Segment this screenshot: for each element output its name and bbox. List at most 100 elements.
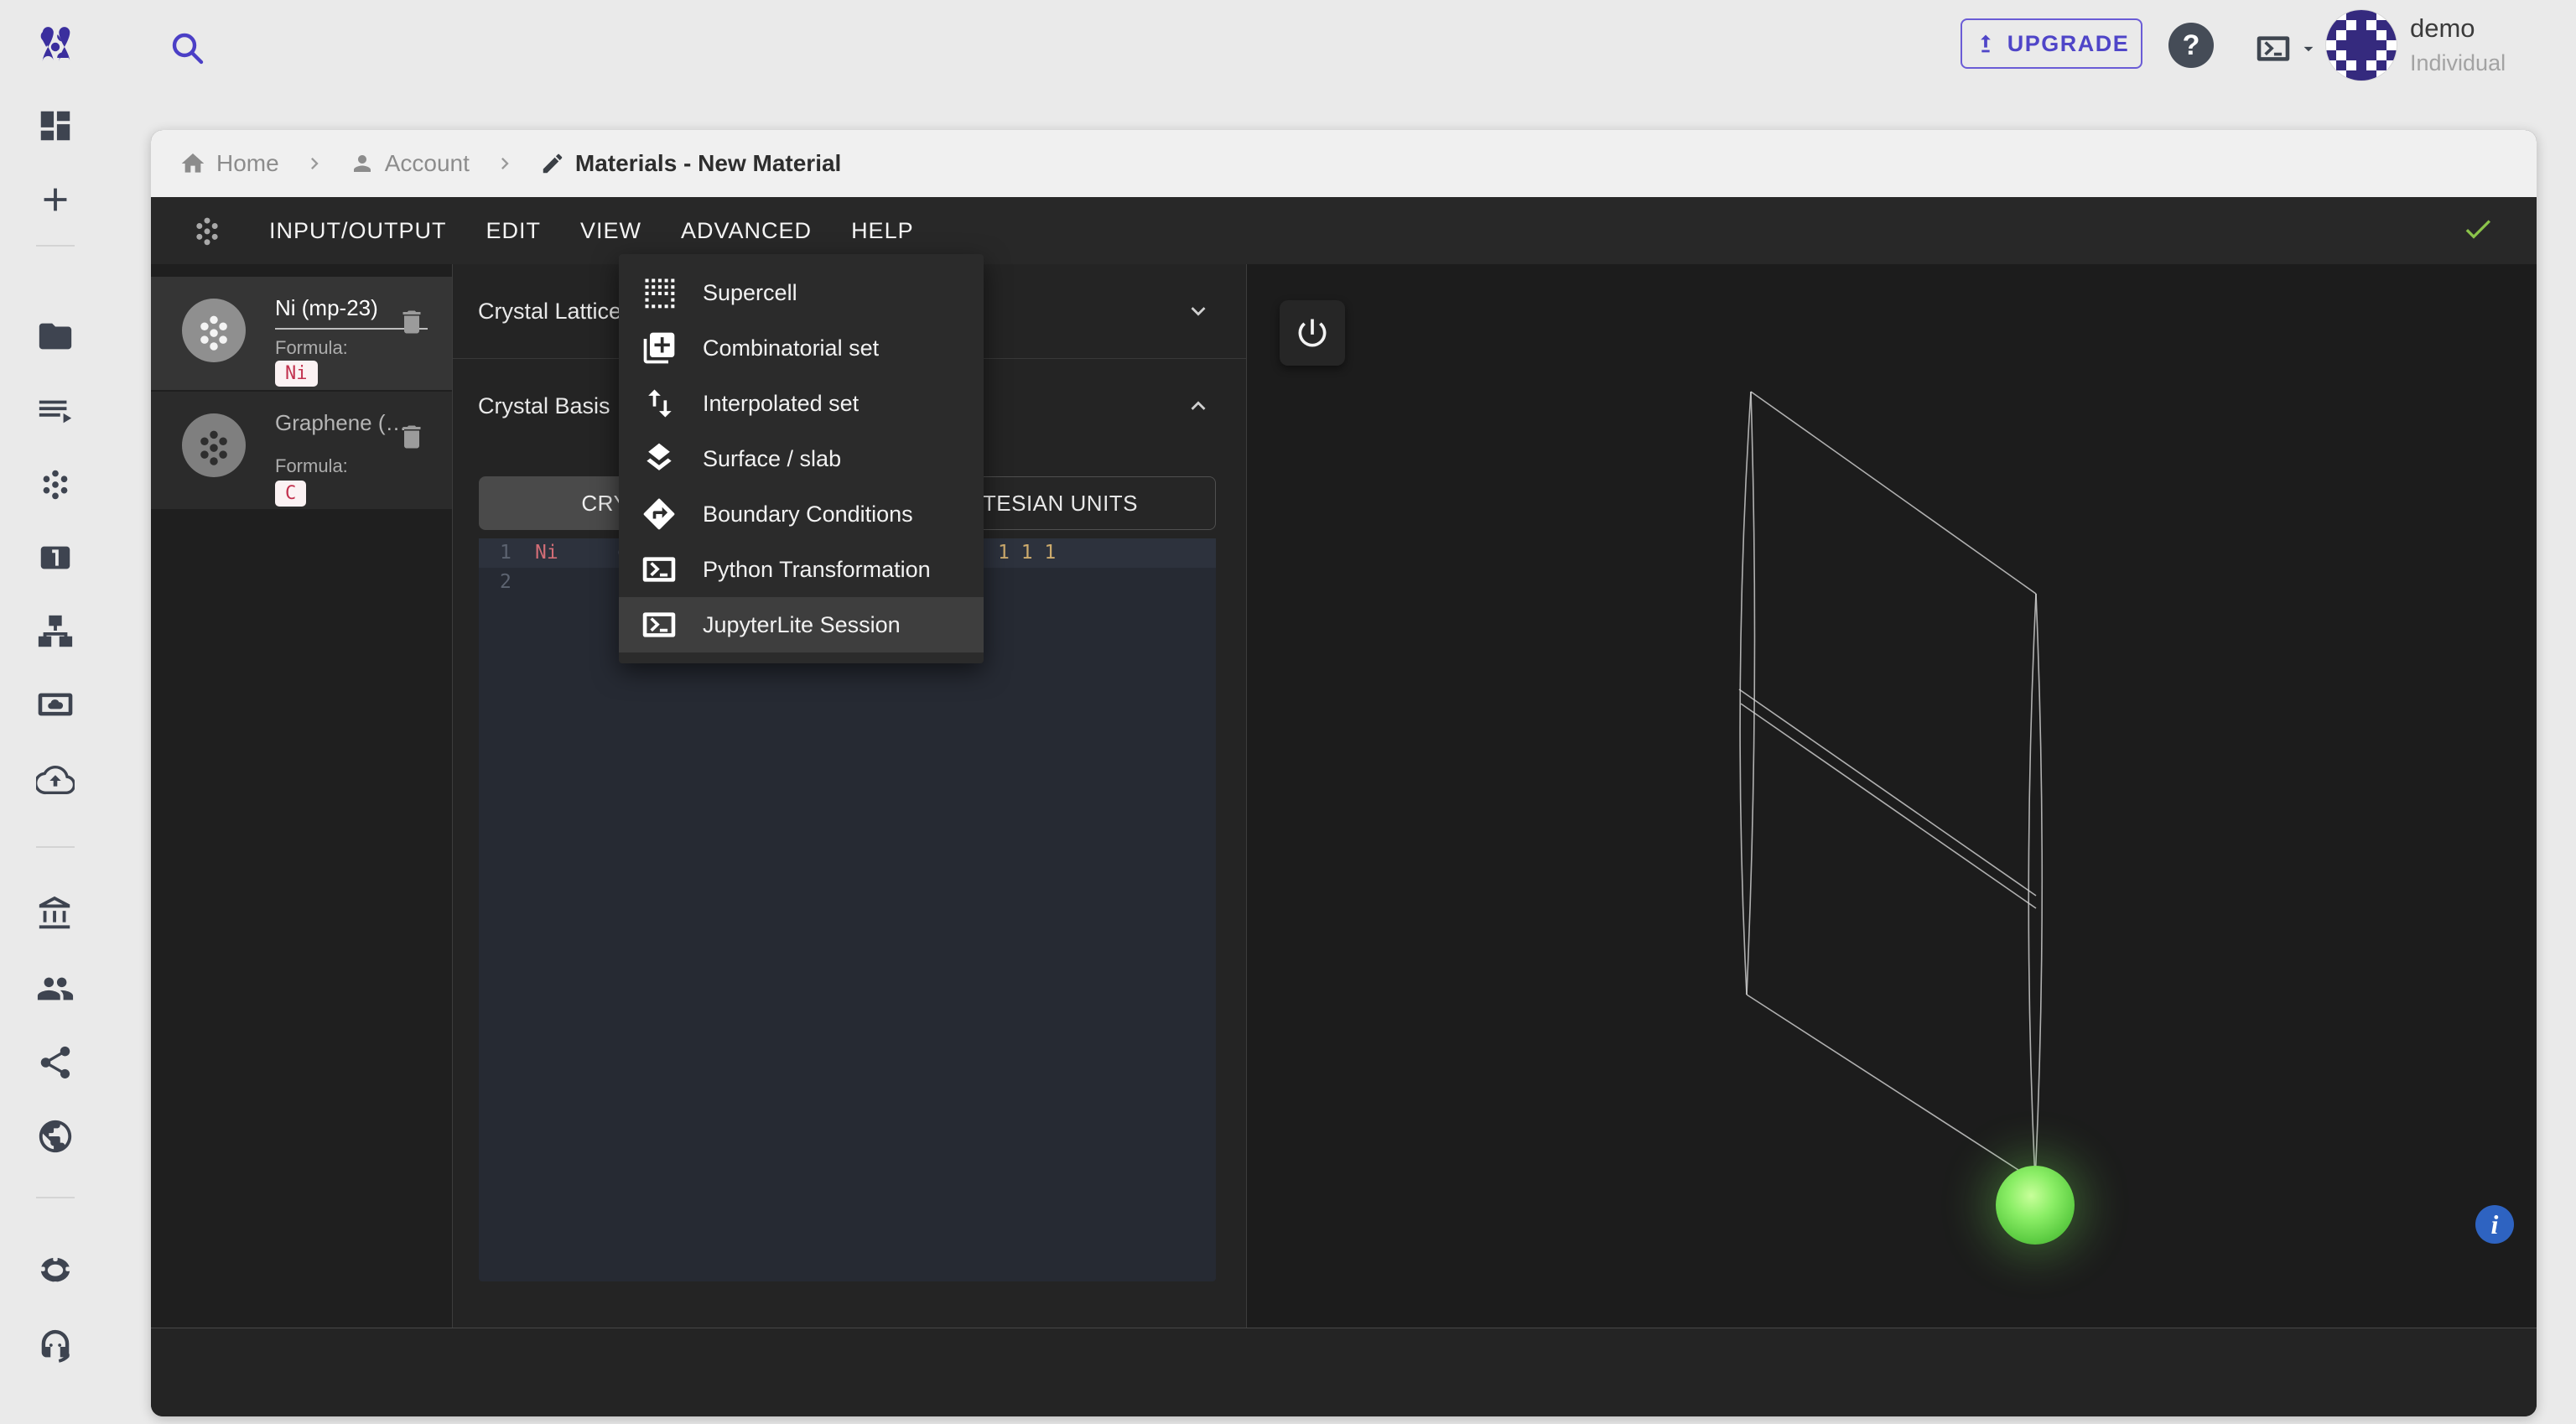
sidebar-item-create[interactable] <box>36 180 75 219</box>
element-token: Ni <box>535 542 558 564</box>
line-number: 2 <box>500 571 512 593</box>
user-name: demo <box>2410 13 2475 43</box>
menu-item-label: Boundary Conditions <box>703 501 913 527</box>
question-mark-icon: ? <box>2182 29 2200 61</box>
upload-icon <box>1974 32 1997 55</box>
terminal-icon <box>641 551 678 588</box>
editor-menubar: INPUT/OUTPUT EDIT VIEW ADVANCED HELP <box>151 197 2537 264</box>
material-list-item-graphene[interactable]: Graphene (… Formula: C <box>151 392 452 509</box>
main-card: Home Account Materials - New Material IN… <box>151 130 2537 1416</box>
upgrade-button[interactable]: UPGRADE <box>1961 18 2142 69</box>
sidebar-divider <box>36 1197 75 1198</box>
sidebar-divider <box>36 245 75 247</box>
menu-item-boundary-conditions[interactable]: Boundary Conditions <box>619 486 984 542</box>
card-footer <box>151 1328 2537 1416</box>
material-list-item-ni[interactable]: Ni (mp-23) Formula: Ni <box>151 277 452 390</box>
chevron-right-icon <box>303 152 326 175</box>
breadcrumb-account[interactable]: Account <box>350 150 470 177</box>
content-area: Ni (mp-23) Formula: Ni Graphene (… Formu… <box>151 264 2537 1328</box>
sidebar-item-teams[interactable] <box>36 969 75 1008</box>
formula-label: Formula: <box>275 455 348 476</box>
menu-item-label: Python Transformation <box>703 556 931 582</box>
menu-item-combinatorial-set[interactable]: Combinatorial set <box>619 320 984 376</box>
sidebar-item-dashboard[interactable] <box>36 107 75 145</box>
menu-item-label: JupyterLite Session <box>703 611 901 637</box>
section-title: Crystal Basis <box>478 392 610 418</box>
menu-item-python-transformation[interactable]: Python Transformation <box>619 542 984 597</box>
boundary-conditions-icon <box>641 496 678 533</box>
console-menu-button[interactable] <box>2254 30 2321 67</box>
formula-chip: Ni <box>275 361 318 387</box>
menu-advanced[interactable]: ADVANCED <box>681 203 812 259</box>
menu-item-supercell[interactable]: Supercell <box>619 265 984 320</box>
sidebar-item-share[interactable] <box>36 1043 75 1082</box>
save-check-icon[interactable] <box>2461 212 2495 246</box>
formula-label: Formula: <box>275 337 348 358</box>
menu-item-interpolated-set[interactable]: Interpolated set <box>619 376 984 431</box>
materials-list-panel: Ni (mp-23) Formula: Ni Graphene (… Formu… <box>151 264 453 1328</box>
menu-item-label: Interpolated set <box>703 390 860 416</box>
breadcrumb: Home Account Materials - New Material <box>151 130 2537 197</box>
delete-material-icon[interactable] <box>397 422 427 452</box>
sidebar-item-entity-one[interactable] <box>36 538 75 577</box>
material-atoms-icon <box>189 212 226 249</box>
advanced-dropdown-menu: Supercell Combinatorial set Interpolated… <box>619 254 984 663</box>
interpolated-set-icon <box>641 385 678 422</box>
breadcrumb-account-label: Account <box>384 150 470 176</box>
sidebar-item-jobs[interactable] <box>36 392 75 431</box>
sidebar-item-organization[interactable] <box>36 895 75 933</box>
sidebar-item-remote-files[interactable] <box>36 685 75 724</box>
line-number: 1 <box>500 542 512 564</box>
sidebar-item-support-wheel[interactable] <box>36 1253 75 1291</box>
chevron-up-icon[interactable] <box>1184 392 1213 420</box>
upgrade-label: UPGRADE <box>2007 30 2130 56</box>
ni-atom-sphere[interactable] <box>1996 1166 2075 1245</box>
person-icon <box>350 151 375 176</box>
chevron-right-icon <box>493 152 517 175</box>
constraints-token: 1 1 1 <box>998 542 1057 564</box>
info-icon: i <box>2490 1208 2499 1240</box>
unit-cell-wireframe <box>1738 391 2044 1182</box>
chevron-down-icon <box>2298 38 2319 60</box>
menu-item-label: Surface / slab <box>703 445 842 471</box>
breadcrumb-home-label: Home <box>216 150 279 176</box>
help-button[interactable]: ? <box>2168 23 2214 68</box>
sidebar-item-support-agent[interactable] <box>36 1327 75 1365</box>
menu-item-jupyterlite-session[interactable]: JupyterLite Session <box>619 597 984 652</box>
menu-edit[interactable]: EDIT <box>486 203 542 259</box>
menu-help[interactable]: HELP <box>851 203 914 259</box>
sidebar-divider <box>36 846 75 848</box>
surface-slab-icon <box>641 440 678 477</box>
menu-view[interactable]: VIEW <box>580 203 641 259</box>
menu-item-label: Supercell <box>703 279 797 305</box>
formula-chip: C <box>275 481 307 507</box>
menu-item-label: Combinatorial set <box>703 335 880 361</box>
terminal-icon <box>2254 30 2293 67</box>
sidebar-item-projects[interactable] <box>36 317 75 356</box>
material-avatar-icon <box>182 413 246 477</box>
terminal-icon <box>641 606 678 643</box>
app-logo-icon[interactable] <box>34 25 77 69</box>
material-avatar-icon <box>182 299 246 362</box>
chevron-down-icon[interactable] <box>1184 297 1213 325</box>
supercell-icon <box>641 274 678 311</box>
delete-material-icon[interactable] <box>397 307 427 337</box>
sidebar-item-workflows[interactable] <box>36 612 75 651</box>
breadcrumb-home[interactable]: Home <box>179 150 279 177</box>
sidebar-item-public[interactable] <box>36 1117 75 1156</box>
search-icon[interactable] <box>167 28 207 68</box>
edit-pencil-icon <box>540 151 565 176</box>
avatar[interactable] <box>2326 10 2397 81</box>
info-button[interactable]: i <box>2475 1205 2514 1244</box>
menu-input-output[interactable]: INPUT/OUTPUT <box>269 203 447 259</box>
breadcrumb-current: Materials - New Material <box>540 150 841 177</box>
sidebar-item-cloud-upload[interactable] <box>36 761 75 799</box>
sidebar-item-materials[interactable] <box>36 465 75 503</box>
section-title: Crystal Lattice <box>478 298 622 324</box>
menu-item-surface-slab[interactable]: Surface / slab <box>619 431 984 486</box>
page-title: Materials - New Material <box>574 150 842 176</box>
structure-3d-viewer[interactable]: i <box>1247 264 2537 1328</box>
user-plan: Individual <box>2410 50 2506 75</box>
home-icon <box>179 150 206 177</box>
combinatorial-set-icon <box>641 330 678 366</box>
